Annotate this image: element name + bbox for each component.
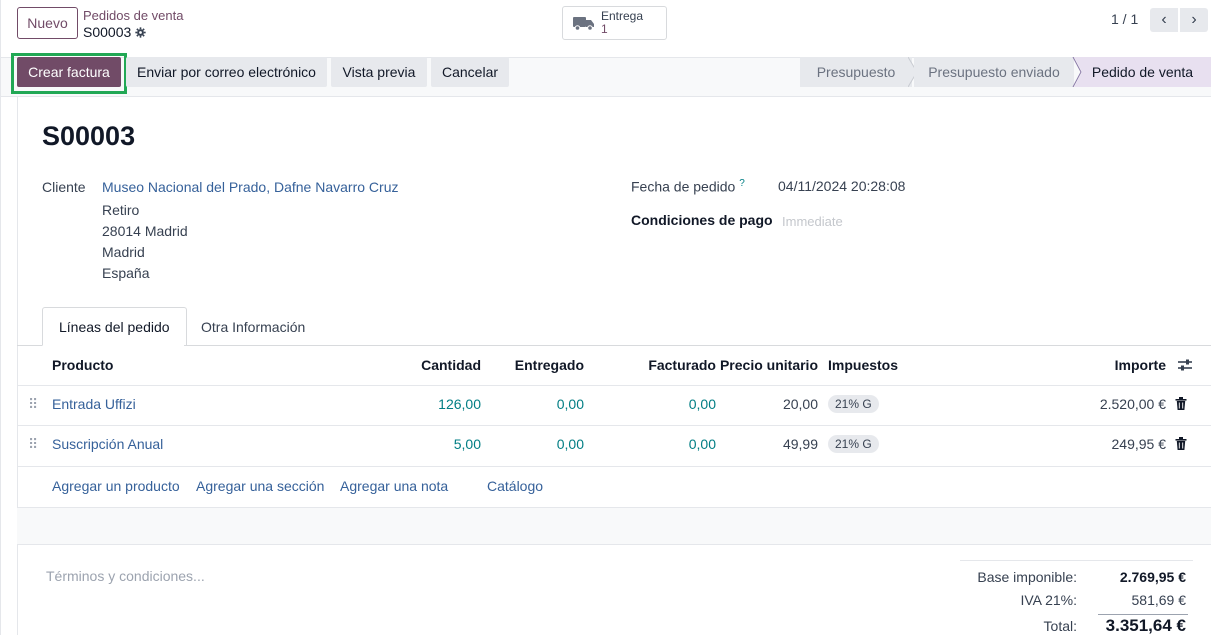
payment-terms-label: Condiciones de pago (631, 212, 773, 228)
line-unit-price[interactable]: 20,00 (718, 396, 818, 412)
smart-button-count: 1 (601, 22, 608, 36)
tab-order-lines[interactable]: Líneas del pedido (42, 307, 187, 346)
total-divider (1098, 614, 1188, 615)
customer-name[interactable]: Museo Nacional del Prado, Dafne Navarro … (102, 179, 398, 195)
tax-badge[interactable]: 21% G (828, 435, 879, 453)
line-quantity[interactable]: 5,00 (381, 436, 481, 452)
send-email-button[interactable]: Enviar por correo electrónico (126, 57, 327, 87)
pager-previous-button[interactable]: ‹ (1150, 8, 1178, 32)
page-title: S00003 (42, 121, 136, 151)
line-amount: 249,95 € (1111, 436, 1167, 452)
column-header-delivered[interactable]: Entregado (484, 357, 584, 373)
truck-icon (573, 17, 594, 31)
total-label: Total: (1043, 618, 1077, 634)
tab-divider (17, 345, 42, 346)
row-divider (17, 385, 1211, 386)
address-line: 28014 Madrid (102, 223, 188, 239)
chevron-left-icon: ‹ (1161, 11, 1167, 28)
add-section-link[interactable]: Agregar una sección (196, 478, 324, 494)
line-delivered[interactable]: 0,00 (484, 436, 584, 452)
stage-quotation-sent[interactable]: Presupuesto enviado (914, 57, 1074, 87)
address-line: Madrid (102, 244, 145, 260)
terms-field[interactable]: Términos y condiciones... (46, 568, 205, 584)
breadcrumb-parent[interactable]: Pedidos de venta (83, 8, 183, 23)
breadcrumb-current: S00003 (83, 24, 146, 40)
column-header-quantity[interactable]: Cantidad (381, 357, 481, 373)
order-date-value[interactable]: 04/11/2024 20:28:08 (778, 178, 905, 194)
new-button[interactable]: Nuevo (17, 7, 78, 39)
totals-divider (960, 560, 1193, 561)
pager-value[interactable]: 1 / 1 (1111, 11, 1138, 27)
add-note-link[interactable]: Agregar una nota (340, 478, 448, 494)
highlight-box (11, 53, 127, 94)
pager-next-button[interactable]: › (1180, 8, 1208, 32)
tax-badge-label: 21% G (828, 395, 879, 413)
tax-badge-label: 21% G (828, 435, 879, 453)
help-icon[interactable]: ? (739, 178, 745, 189)
tab-other-info[interactable]: Otra Información (185, 307, 321, 346)
subtotal-value: 2.769,95 € (1119, 569, 1186, 585)
subtotal-label: Base imponible: (977, 569, 1077, 585)
stage-bar: Presupuesto Presupuesto enviado Pedido d… (800, 57, 1211, 87)
trash-icon[interactable] (1175, 437, 1187, 450)
line-product[interactable]: Suscripción Anual (52, 436, 163, 452)
tax-label: IVA 21%: (1020, 592, 1077, 608)
total-value: 3.351,64 € (1105, 616, 1186, 635)
column-settings-icon[interactable] (1177, 358, 1193, 372)
customer-label: Cliente (42, 179, 86, 195)
line-invoiced[interactable]: 0,00 (616, 396, 716, 412)
line-quantity[interactable]: 126,00 (381, 396, 481, 412)
order-date-label: Fecha de pedido ? (631, 178, 745, 195)
row-divider (17, 466, 1211, 467)
address-line: Retiro (102, 202, 140, 218)
chevron-right-icon: › (1191, 11, 1197, 28)
line-delivered[interactable]: 0,00 (484, 396, 584, 412)
line-unit-price[interactable]: 49,99 (718, 436, 818, 452)
gear-icon[interactable] (135, 26, 146, 38)
add-product-link[interactable]: Agregar un producto (52, 478, 180, 494)
drag-handle-icon[interactable]: ⠿ (28, 436, 38, 453)
tab-divider (184, 345, 1211, 346)
catalog-link[interactable]: Catálogo (487, 478, 543, 494)
table-footer-band (17, 507, 1211, 545)
drag-handle-icon[interactable]: ⠿ (28, 396, 38, 413)
address-line: España (102, 265, 150, 281)
column-header-invoiced[interactable]: Facturado (616, 357, 716, 373)
line-invoiced[interactable]: 0,00 (616, 436, 716, 452)
order-date-label-text: Fecha de pedido (631, 178, 736, 195)
line-product[interactable]: Entrada Uffizi (52, 396, 136, 412)
record-name: S00003 (83, 24, 132, 40)
preview-button[interactable]: Vista previa (331, 57, 427, 87)
stage-sales-order[interactable]: Pedido de venta (1074, 57, 1211, 87)
delivery-smart-button[interactable]: Entrega 1 (562, 6, 667, 40)
row-divider (17, 425, 1211, 426)
cancel-button[interactable]: Cancelar (431, 57, 509, 87)
stage-separator (1072, 57, 1082, 87)
column-header-unit-price[interactable]: Precio unitario (718, 357, 818, 373)
column-header-product[interactable]: Producto (52, 357, 113, 373)
form-sheet (17, 97, 1211, 635)
payment-terms-field[interactable]: Immediate (782, 214, 843, 229)
trash-icon[interactable] (1175, 397, 1187, 410)
line-amount: 2.520,00 € (1099, 396, 1166, 412)
stage-quotation[interactable]: Presupuesto (800, 57, 912, 87)
column-header-taxes[interactable]: Impuestos (828, 357, 898, 373)
tax-badge[interactable]: 21% G (828, 395, 879, 413)
column-header-amount[interactable]: Importe (1066, 357, 1166, 373)
tax-value: 581,69 € (1131, 592, 1187, 608)
left-border (0, 0, 1, 635)
